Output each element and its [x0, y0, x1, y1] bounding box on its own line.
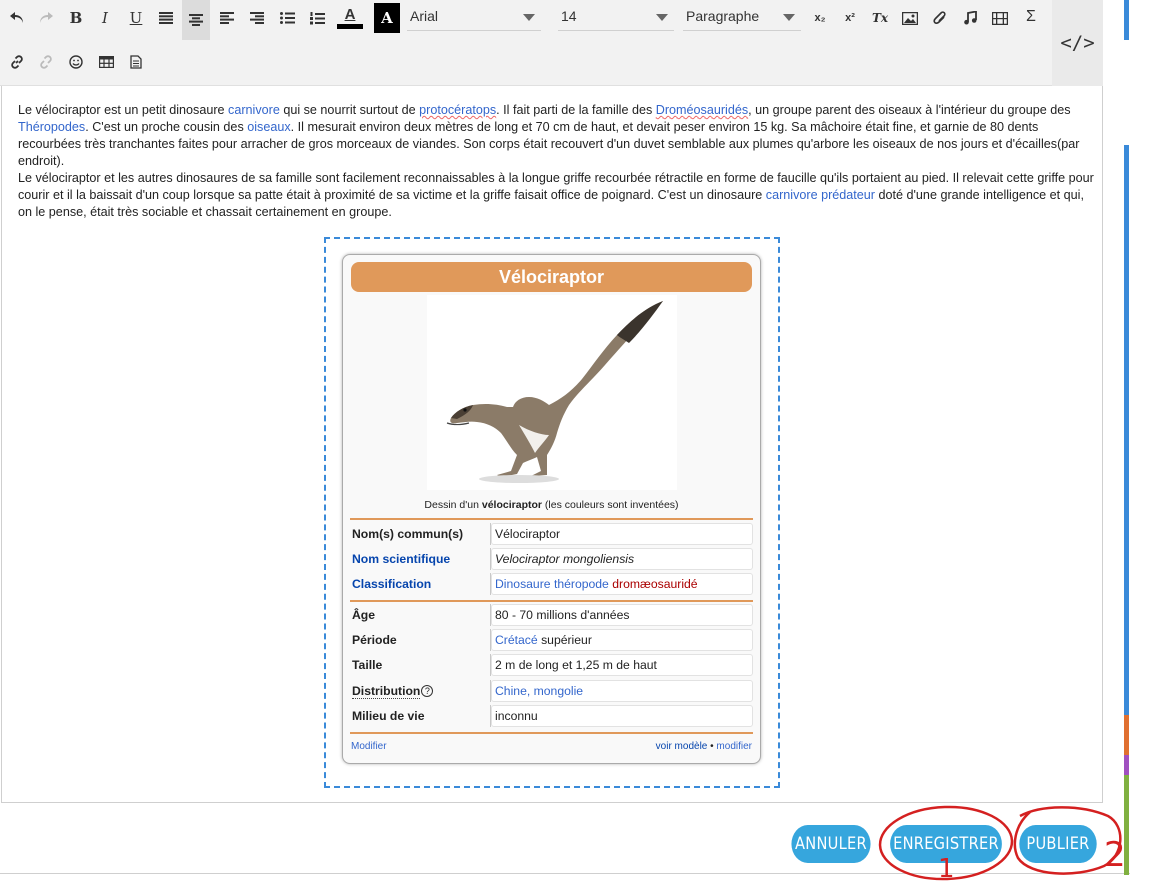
annotation-overlay: 1 2	[878, 805, 1126, 884]
annotation-label-2: 2	[1104, 835, 1126, 875]
annotation-label-1: 1	[938, 854, 955, 884]
